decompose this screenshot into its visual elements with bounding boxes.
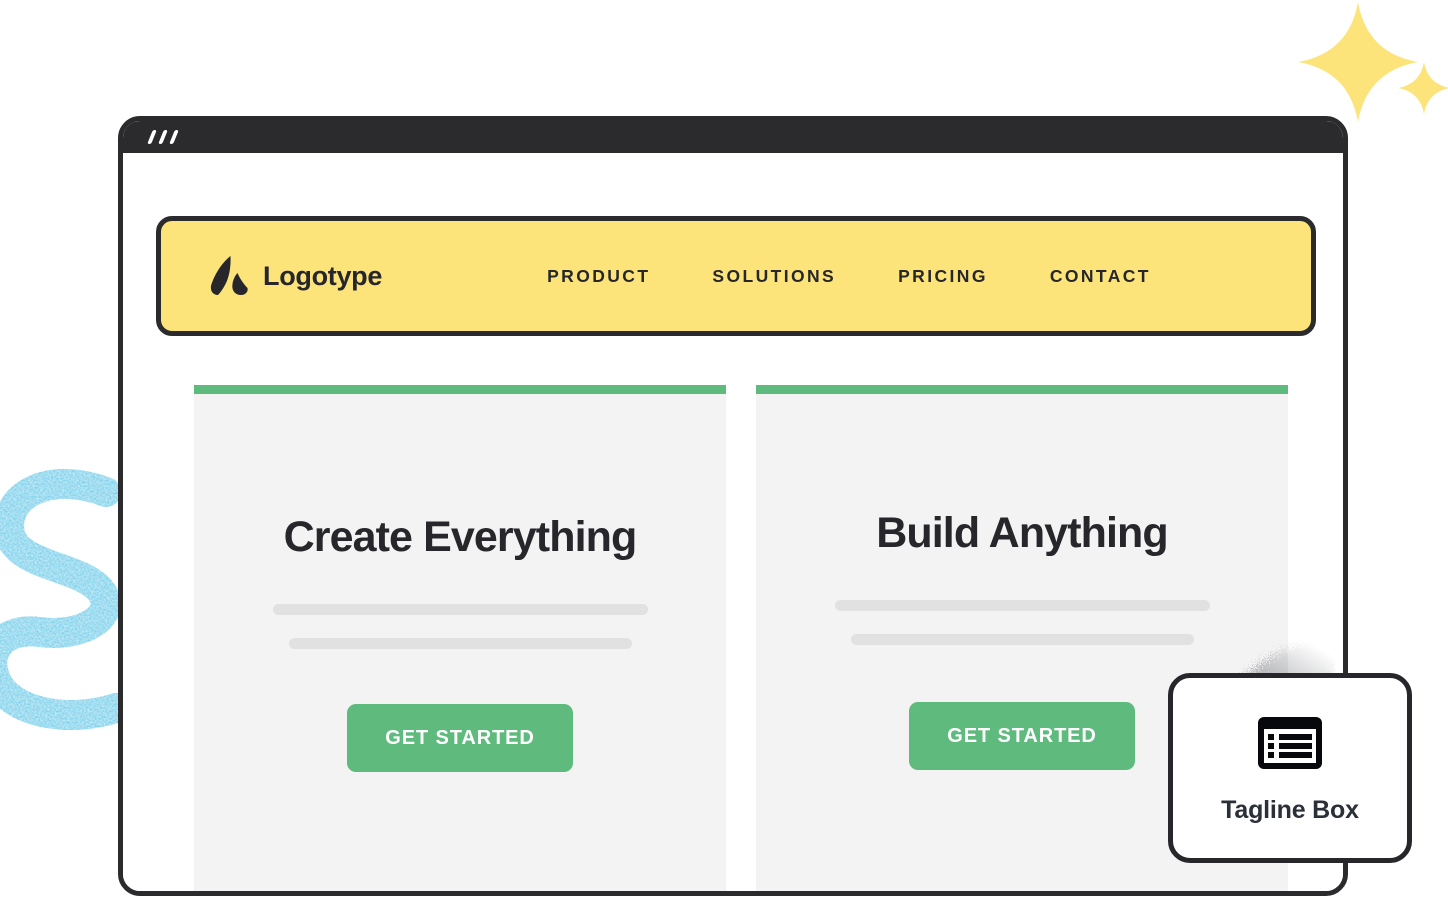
- browser-titlebar: [123, 121, 1343, 153]
- nav-link-product[interactable]: PRODUCT: [547, 266, 650, 287]
- window-control-dash-2[interactable]: [158, 130, 168, 144]
- brand-name: Logotype: [263, 260, 383, 291]
- tagline-box[interactable]: Tagline Box: [1168, 673, 1412, 863]
- window-control-dash-3[interactable]: [169, 130, 179, 144]
- placeholder-line: [850, 634, 1194, 645]
- site-navbar: Logotype PRODUCT SOLUTIONS PRICING CONTA…: [156, 216, 1316, 336]
- card-placeholder-lines: [756, 600, 1288, 645]
- browser-window: Logotype PRODUCT SOLUTIONS PRICING CONTA…: [118, 116, 1348, 896]
- sparkle-small-icon: [1398, 62, 1448, 114]
- get-started-button[interactable]: GET STARTED: [909, 702, 1135, 770]
- browser-viewport: Logotype PRODUCT SOLUTIONS PRICING CONTA…: [123, 153, 1343, 891]
- placeholder-line: [834, 600, 1210, 611]
- card-placeholder-lines: [194, 604, 726, 649]
- tagline-label: Tagline Box: [1221, 795, 1359, 824]
- card-heading: Build Anything: [876, 509, 1168, 557]
- get-started-button[interactable]: GET STARTED: [347, 704, 573, 772]
- logotype-mark-icon: [210, 256, 248, 296]
- placeholder-line: [272, 604, 648, 615]
- feature-cards-row: Create Everything GET STARTED Build Anyt…: [194, 385, 1288, 891]
- feature-card: Create Everything GET STARTED: [194, 385, 726, 891]
- nav-link-pricing[interactable]: PRICING: [898, 266, 988, 287]
- nav-link-solutions[interactable]: SOLUTIONS: [712, 266, 836, 287]
- card-accent-bar: [194, 385, 726, 394]
- brand-block[interactable]: Logotype: [209, 255, 382, 297]
- card-heading: Create Everything: [283, 513, 638, 561]
- placeholder-line: [288, 638, 632, 649]
- list-view-icon: [1258, 716, 1322, 769]
- window-controls[interactable]: [147, 130, 179, 144]
- window-control-dash-1[interactable]: [147, 130, 157, 144]
- nav-link-contact[interactable]: CONTACT: [1050, 266, 1151, 287]
- page-root: Logotype PRODUCT SOLUTIONS PRICING CONTA…: [0, 0, 1448, 910]
- nav-links: PRODUCT SOLUTIONS PRICING CONTACT: [547, 266, 1151, 287]
- card-accent-bar: [756, 385, 1288, 394]
